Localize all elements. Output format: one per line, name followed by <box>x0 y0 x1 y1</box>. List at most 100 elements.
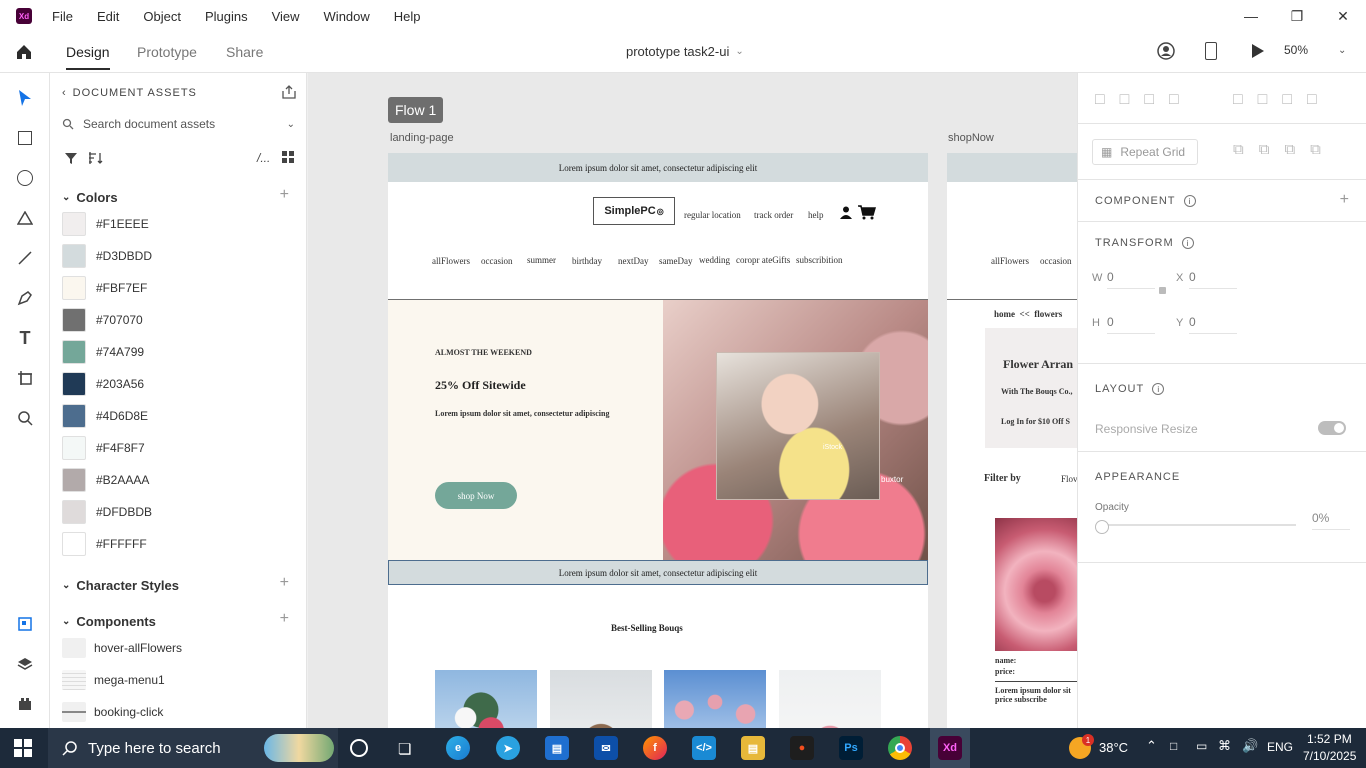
info-icon[interactable]: i <box>1152 383 1165 395</box>
align-center-icon[interactable]: □ <box>1258 91 1268 109</box>
cart-icon[interactable] <box>858 205 876 224</box>
menu-view[interactable]: View <box>272 9 300 24</box>
menu-file[interactable]: File <box>52 9 73 24</box>
color-swatch[interactable] <box>62 244 86 268</box>
user-invite-icon[interactable] <box>1157 42 1175 60</box>
edge-icon[interactable]: e <box>446 736 470 760</box>
restore-icon[interactable]: ❐ <box>1274 0 1320 32</box>
menu-object[interactable]: Object <box>143 9 181 24</box>
windows-start-icon[interactable] <box>14 739 32 760</box>
add-character-style-icon[interactable]: + <box>280 574 289 592</box>
product-image[interactable] <box>435 670 537 728</box>
height-input[interactable]: 0 <box>1107 315 1155 334</box>
task-view-icon[interactable]: ❏ <box>398 740 411 758</box>
firefox-icon[interactable]: f <box>643 736 667 760</box>
menu-window[interactable]: Window <box>324 9 370 24</box>
align-bottom-icon[interactable]: □ <box>1144 91 1154 109</box>
device-preview-icon[interactable] <box>1205 42 1217 60</box>
product-image[interactable] <box>779 670 881 728</box>
filter-option[interactable]: Flov <box>1061 474 1077 484</box>
color-swatch-item[interactable]: #203A56 <box>62 372 144 396</box>
distribute-vertical-icon[interactable]: □ <box>1169 91 1179 109</box>
close-icon[interactable]: ✕ <box>1320 0 1366 32</box>
taskbar-search[interactable]: Type here to search <box>48 728 338 768</box>
taskbar-search-input[interactable]: Type here to search <box>88 740 221 757</box>
rectangle-tool-icon[interactable] <box>13 126 37 150</box>
nav-track-order[interactable]: track order <box>754 210 793 220</box>
product-image[interactable] <box>664 670 766 728</box>
colors-heading[interactable]: ⌄ Colors <box>62 190 118 205</box>
ellipse-tool-icon[interactable] <box>13 166 37 190</box>
component-item[interactable]: mega-menu1 <box>62 670 165 690</box>
add-component-icon[interactable]: + <box>280 610 289 628</box>
text-tool-icon[interactable]: T <box>13 326 37 350</box>
category-nextday[interactable]: nextDay <box>618 256 649 266</box>
search-input[interactable]: Search document assets <box>83 117 215 131</box>
color-swatch-item[interactable]: #4D6D8E <box>62 404 148 428</box>
mail-icon[interactable]: ✉ <box>594 736 618 760</box>
color-swatch-item[interactable]: #F4F8F7 <box>62 436 145 460</box>
volume-icon[interactable]: 🔊 <box>1242 738 1258 754</box>
distribute-horizontal-icon[interactable]: □ <box>1307 91 1317 109</box>
shop-now-button[interactable]: shop Now <box>435 482 517 509</box>
document-title[interactable]: prototype task2-ui ⌄ <box>626 44 744 59</box>
components-heading[interactable]: ⌄ Components <box>62 614 156 629</box>
align-middle-icon[interactable]: □ <box>1120 91 1130 109</box>
breadcrumb[interactable]: home << flowers <box>994 309 1062 319</box>
opacity-slider-thumb[interactable] <box>1095 520 1109 534</box>
color-swatch-item[interactable]: #DFDBDB <box>62 500 152 524</box>
align-left-icon[interactable]: □ <box>1233 91 1243 109</box>
zoom-select[interactable]: 50% ⌄ <box>1284 43 1356 57</box>
boolean-exclude-icon[interactable]: ⧉ <box>1310 141 1321 158</box>
search-assets[interactable]: Search document assets ⌄ <box>62 113 299 135</box>
nav-help[interactable]: help <box>808 210 824 220</box>
product-image[interactable] <box>550 670 652 728</box>
tab-design[interactable]: Design <box>66 44 110 70</box>
wifi-icon[interactable]: ⌘ <box>1218 738 1231 754</box>
y-input[interactable]: 0 <box>1189 315 1237 334</box>
x-input[interactable]: 0 <box>1189 270 1237 289</box>
design-canvas[interactable]: Flow 1 landing-page shopNow Lorem ipsum … <box>308 73 1077 728</box>
tab-share[interactable]: Share <box>226 44 263 60</box>
repeat-grid-button[interactable]: ▦ Repeat Grid <box>1092 139 1198 165</box>
plugins-icon[interactable] <box>13 692 37 716</box>
color-swatch-item[interactable]: #707070 <box>62 308 143 332</box>
flow-badge[interactable]: Flow 1 <box>388 97 444 123</box>
boolean-subtract-icon[interactable]: ⧉ <box>1259 141 1270 158</box>
store-icon[interactable]: ▤ <box>545 736 569 760</box>
xd-taskbar-active[interactable]: Xd <box>930 728 970 768</box>
assets-panel-icon[interactable] <box>13 612 37 636</box>
minimize-icon[interactable]: — <box>1228 0 1274 32</box>
file-explorer-icon[interactable]: ▤ <box>741 736 765 760</box>
list-view-icon[interactable]: /... <box>257 151 270 165</box>
color-swatch[interactable] <box>62 436 86 460</box>
color-swatch[interactable] <box>62 276 86 300</box>
color-swatch[interactable] <box>62 212 86 236</box>
play-icon[interactable] <box>1251 43 1265 62</box>
color-swatch-item[interactable]: #D3DBDD <box>62 244 152 268</box>
meet-icon[interactable]: □ <box>1170 739 1177 753</box>
artboard-label-landing[interactable]: landing-page <box>390 132 454 144</box>
artboard-landing-page[interactable]: Lorem ipsum dolor sit amet, consectetur … <box>388 153 928 728</box>
category-allflowers[interactable]: allFlowers <box>432 256 470 266</box>
category-wedding[interactable]: wedding <box>699 255 730 265</box>
width-input[interactable]: 0 <box>1107 270 1155 289</box>
align-right-icon[interactable]: □ <box>1282 91 1292 109</box>
photoshop-icon[interactable]: Ps <box>839 736 863 760</box>
menu-plugins[interactable]: Plugins <box>205 9 248 24</box>
select-tool-icon[interactable] <box>13 86 37 110</box>
vscode-icon[interactable]: </> <box>692 736 716 760</box>
product-image-rose[interactable] <box>995 518 1077 651</box>
assets-header[interactable]: ‹ DOCUMENT ASSETS <box>62 87 197 99</box>
mid-banner[interactable]: Lorem ipsum dolor sit amet, consectetur … <box>388 560 928 585</box>
artboard-tool-icon[interactable] <box>13 366 37 390</box>
menu-edit[interactable]: Edit <box>97 9 119 24</box>
color-swatch[interactable] <box>62 500 86 524</box>
category-birthday[interactable]: birthday <box>572 256 602 266</box>
color-swatch-item[interactable]: #F1EEEE <box>62 212 149 236</box>
category-allflowers[interactable]: allFlowers <box>991 256 1029 266</box>
boolean-intersect-icon[interactable]: ⧉ <box>1284 141 1295 158</box>
polygon-tool-icon[interactable] <box>13 206 37 230</box>
figma-icon[interactable]: ● <box>790 736 814 760</box>
color-swatch[interactable] <box>62 468 86 492</box>
